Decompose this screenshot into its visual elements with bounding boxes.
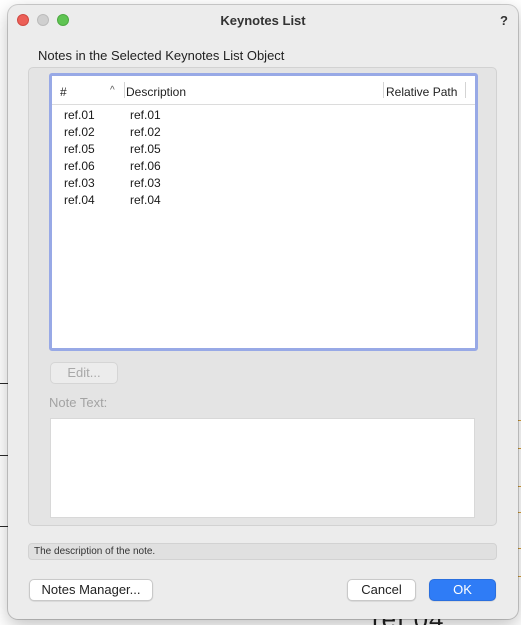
sort-ascending-icon[interactable]: ^ — [110, 85, 115, 96]
table-row[interactable]: ref.04 ref.04 — [52, 191, 475, 208]
note-text-label: Note Text: — [49, 395, 108, 410]
table-row[interactable]: ref.05 ref.05 — [52, 140, 475, 157]
row-description: ref.05 — [130, 142, 161, 156]
notes-table[interactable]: # ^ Description Relative Path ref.01 ref… — [49, 73, 478, 351]
edit-button[interactable]: Edit... — [50, 362, 118, 384]
row-description: ref.03 — [130, 176, 161, 190]
row-number: ref.05 — [64, 142, 95, 156]
note-text-area[interactable] — [50, 418, 475, 518]
window-title: Keynotes List — [220, 13, 306, 28]
table-row[interactable]: ref.01 ref.01 — [52, 106, 475, 123]
column-header-description[interactable]: Description — [126, 85, 186, 99]
column-divider[interactable] — [383, 82, 384, 98]
table-row[interactable]: ref.03 ref.03 — [52, 174, 475, 191]
row-number: ref.04 — [64, 193, 95, 207]
cancel-button[interactable]: Cancel — [347, 579, 416, 601]
help-button[interactable]: ? — [500, 13, 508, 28]
row-description: ref.01 — [130, 108, 161, 122]
row-description: ref.02 — [130, 125, 161, 139]
row-number: ref.02 — [64, 125, 95, 139]
row-number: ref.06 — [64, 159, 95, 173]
group-label: Notes in the Selected Keynotes List Obje… — [38, 48, 285, 63]
row-description: ref.06 — [130, 159, 161, 173]
table-row[interactable]: ref.02 ref.02 — [52, 123, 475, 140]
column-divider[interactable] — [124, 82, 125, 98]
row-number: ref.01 — [64, 108, 95, 122]
column-header-number[interactable]: # — [60, 85, 67, 99]
row-description: ref.04 — [130, 193, 161, 207]
ok-button[interactable]: OK — [429, 579, 496, 601]
row-number: ref.03 — [64, 176, 95, 190]
column-divider[interactable] — [465, 82, 466, 98]
column-header-relative-path[interactable]: Relative Path — [386, 85, 457, 99]
table-header: # ^ Description Relative Path — [52, 76, 475, 105]
status-bar: The description of the note. — [28, 543, 497, 560]
title-bar: Keynotes List ? — [8, 5, 518, 35]
keynotes-list-dialog: Keynotes List ? Notes in the Selected Ke… — [8, 5, 518, 619]
table-row[interactable]: ref.06 ref.06 — [52, 157, 475, 174]
notes-manager-button[interactable]: Notes Manager... — [29, 579, 153, 601]
